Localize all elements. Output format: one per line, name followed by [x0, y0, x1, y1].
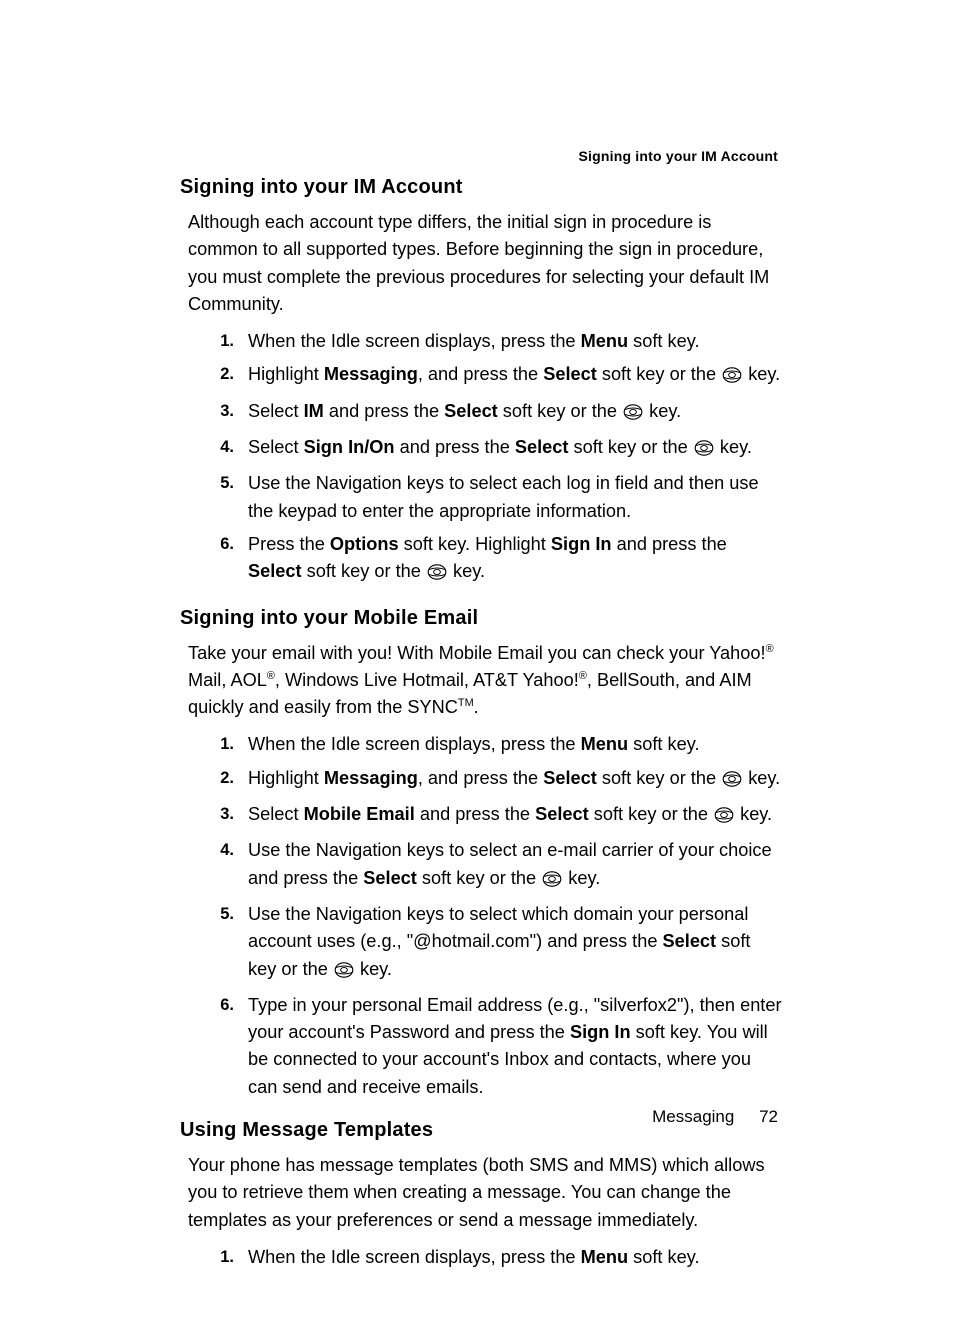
step-text: When the Idle screen displays, press the… — [248, 328, 784, 355]
page-footer: Messaging 72 — [652, 1107, 778, 1127]
intro-im-account: Although each account type differs, the … — [188, 209, 776, 318]
step-text: When the Idle screen displays, press the… — [248, 731, 784, 758]
list-item: 4. Use the Navigation keys to select an … — [180, 837, 784, 895]
ok-key-icon — [722, 768, 742, 795]
ok-key-icon — [427, 561, 447, 588]
step-text: Select Sign In/On and press the Select s… — [248, 434, 784, 464]
heading-mobile-email: Signing into your Mobile Email — [180, 607, 784, 630]
steps-templates: 1. When the Idle screen displays, press … — [180, 1244, 784, 1271]
step-text: Highlight Messaging, and press the Selec… — [248, 361, 784, 391]
list-item: 1. When the Idle screen displays, press … — [180, 731, 784, 758]
list-item: 5. Use the Navigation keys to select whi… — [180, 901, 784, 986]
ok-key-icon — [694, 437, 714, 464]
step-number: 2. — [180, 361, 248, 388]
list-item: 6. Press the Options soft key. Highlight… — [180, 531, 784, 589]
list-item: 1. When the Idle screen displays, press … — [180, 328, 784, 355]
step-number: 5. — [180, 470, 248, 497]
steps-im-account: 1. When the Idle screen displays, press … — [180, 328, 784, 588]
ok-key-icon — [722, 364, 742, 391]
step-text: When the Idle screen displays, press the… — [248, 1244, 784, 1271]
step-number: 2. — [180, 765, 248, 792]
step-number: 3. — [180, 398, 248, 425]
step-text: Highlight Messaging, and press the Selec… — [248, 765, 784, 795]
step-number: 1. — [180, 328, 248, 355]
list-item: 2. Highlight Messaging, and press the Se… — [180, 361, 784, 391]
step-text: Press the Options soft key. Highlight Si… — [248, 531, 784, 589]
intro-mobile-email: Take your email with you! With Mobile Em… — [188, 640, 776, 722]
step-number: 3. — [180, 801, 248, 828]
step-number: 5. — [180, 901, 248, 928]
ok-key-icon — [623, 401, 643, 428]
heading-im-account: Signing into your IM Account — [180, 176, 784, 199]
step-text: Select IM and press the Select soft key … — [248, 398, 784, 428]
ok-key-icon — [714, 804, 734, 831]
step-number: 1. — [180, 1244, 248, 1271]
ok-key-icon — [542, 868, 562, 895]
footer-page-number: 72 — [759, 1107, 778, 1126]
list-item: 6. Type in your personal Email address (… — [180, 992, 784, 1101]
step-number: 1. — [180, 731, 248, 758]
footer-chapter: Messaging — [652, 1107, 734, 1126]
step-number: 6. — [180, 992, 248, 1019]
step-text: Use the Navigation keys to select which … — [248, 901, 784, 986]
steps-mobile-email: 1. When the Idle screen displays, press … — [180, 731, 784, 1101]
list-item: 3. Select Mobile Email and press the Sel… — [180, 801, 784, 831]
intro-templates: Your phone has message templates (both S… — [188, 1152, 776, 1234]
list-item: 2. Highlight Messaging, and press the Se… — [180, 765, 784, 795]
manual-page: Signing into your IM Account Signing int… — [0, 0, 954, 1319]
list-item: 3. Select IM and press the Select soft k… — [180, 398, 784, 428]
step-text: Type in your personal Email address (e.g… — [248, 992, 784, 1101]
running-header: Signing into your IM Account — [578, 148, 778, 164]
list-item: 4. Select Sign In/On and press the Selec… — [180, 434, 784, 464]
list-item: 5. Use the Navigation keys to select eac… — [180, 470, 784, 525]
step-number: 4. — [180, 434, 248, 461]
ok-key-icon — [334, 959, 354, 986]
step-text: Select Mobile Email and press the Select… — [248, 801, 784, 831]
step-number: 6. — [180, 531, 248, 558]
step-text: Use the Navigation keys to select each l… — [248, 470, 784, 525]
list-item: 1. When the Idle screen displays, press … — [180, 1244, 784, 1271]
step-number: 4. — [180, 837, 248, 864]
step-text: Use the Navigation keys to select an e-m… — [248, 837, 784, 895]
